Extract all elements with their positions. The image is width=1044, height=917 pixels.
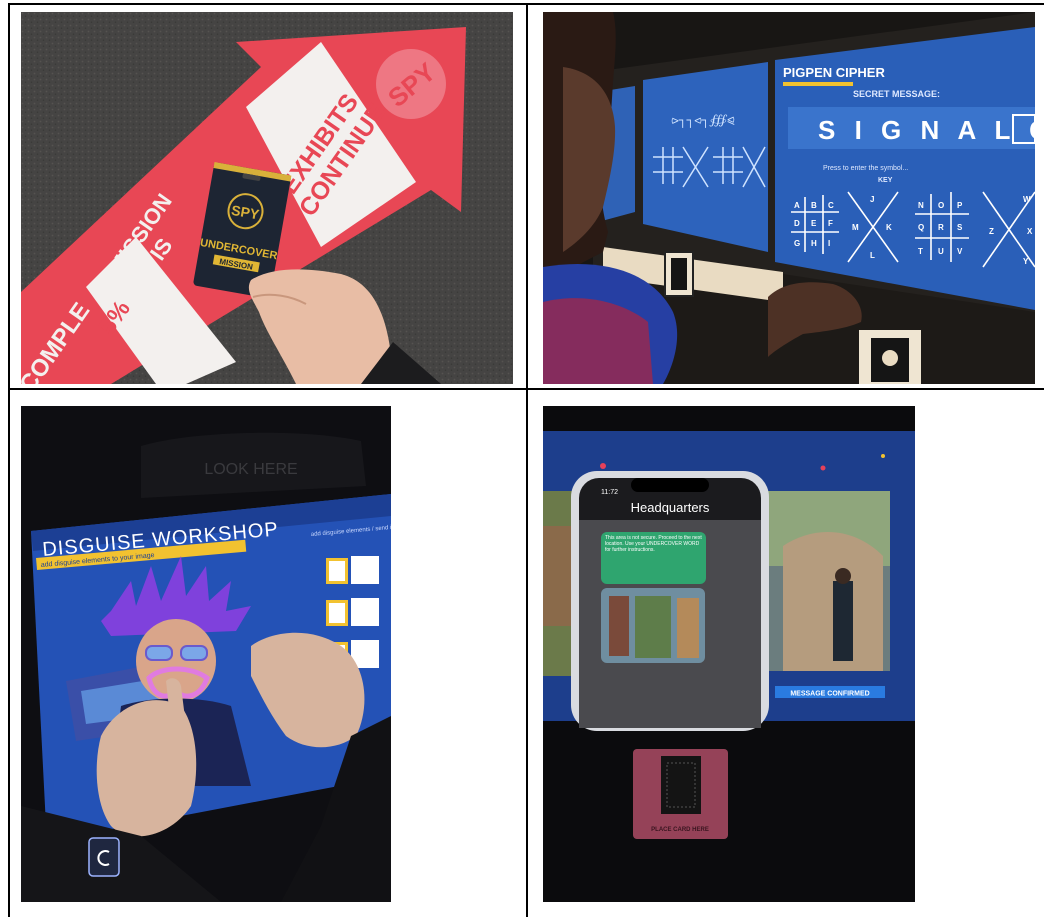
svg-text:A: A <box>794 201 800 210</box>
svg-text:L: L <box>870 251 875 260</box>
svg-text:B: B <box>811 201 817 210</box>
card-slot-label: PLACE CARD HERE <box>651 827 709 833</box>
svg-text:F: F <box>828 219 833 228</box>
smartphone: 11:72 Headquarters This area is not secu… <box>571 471 769 731</box>
svg-text:V: V <box>957 247 963 256</box>
middle-screen-code: ⪧┐┐⪦┐∰⪨ <box>671 113 734 129</box>
message-confirmed-banner: MESSAGE CONFIRMED <box>790 691 869 698</box>
svg-text:R: R <box>938 223 944 232</box>
photo-pigpen-cipher: ⪧┐┐⪦┐∰⪨ PIGPEN CIPHER SECRET MESSAGE: S … <box>543 12 1035 384</box>
photo-headquarters-phone-image: MESSAGE CONFIRMED 11:72 Headquarters Thi… <box>543 406 915 902</box>
svg-text:P: P <box>957 201 963 210</box>
chat-bubble-text: This area is not secure. Proceed to the … <box>605 535 702 553</box>
svg-text:K: K <box>886 223 892 232</box>
table-border-center <box>526 3 528 917</box>
svg-text:U: U <box>938 247 944 256</box>
svg-text:Q: Q <box>918 223 924 232</box>
svg-text:Y: Y <box>1023 257 1029 266</box>
phone-status-time: 11:72 <box>601 489 618 496</box>
key-label: KEY <box>878 177 893 184</box>
svg-text:Z: Z <box>989 227 994 236</box>
svg-text:X: X <box>1027 227 1033 236</box>
svg-text:S: S <box>957 223 963 232</box>
svg-text:I: I <box>828 239 830 248</box>
svg-text:T: T <box>918 247 923 256</box>
table-border-left <box>8 3 10 917</box>
svg-text:W: W <box>1023 195 1031 204</box>
look-here-label: LOOK HERE <box>204 461 297 478</box>
svg-text:M: M <box>852 223 859 232</box>
photo-floor-arrow-image: SPY EXHIBITS CONTINUE MISSION IS 5% COMP… <box>21 12 513 384</box>
svg-text:G: G <box>794 239 800 248</box>
svg-text:D: D <box>794 219 800 228</box>
photo-disguise-workshop-image: LOOK HERE DISGUISE WORKSHOP add disguise… <box>21 406 391 902</box>
reset-button[interactable] <box>88 837 120 877</box>
secret-message-value: S I G N A L G <box>818 115 1035 145</box>
svg-text:O: O <box>938 201 944 210</box>
cipher-title: PIGPEN CIPHER <box>783 65 885 80</box>
photo-floor-arrow: SPY EXHIBITS CONTINUE MISSION IS 5% COMP… <box>21 12 513 384</box>
svg-text:H: H <box>811 239 817 248</box>
cipher-instruction: Press to enter the symbol... <box>823 165 908 172</box>
photo-disguise-workshop: LOOK HERE DISGUISE WORKSHOP add disguise… <box>21 406 391 902</box>
svg-text:C: C <box>828 201 834 210</box>
photo-headquarters-phone: MESSAGE CONFIRMED 11:72 Headquarters Thi… <box>543 406 915 902</box>
svg-text:N: N <box>918 201 924 210</box>
secret-message-label: SECRET MESSAGE: <box>853 89 940 99</box>
photo-pigpen-cipher-image: ⪧┐┐⪦┐∰⪨ PIGPEN CIPHER SECRET MESSAGE: S … <box>543 12 1035 384</box>
phone-chat-title: Headquarters <box>631 500 710 515</box>
svg-text:J: J <box>870 195 874 204</box>
svg-text:E: E <box>811 219 817 228</box>
